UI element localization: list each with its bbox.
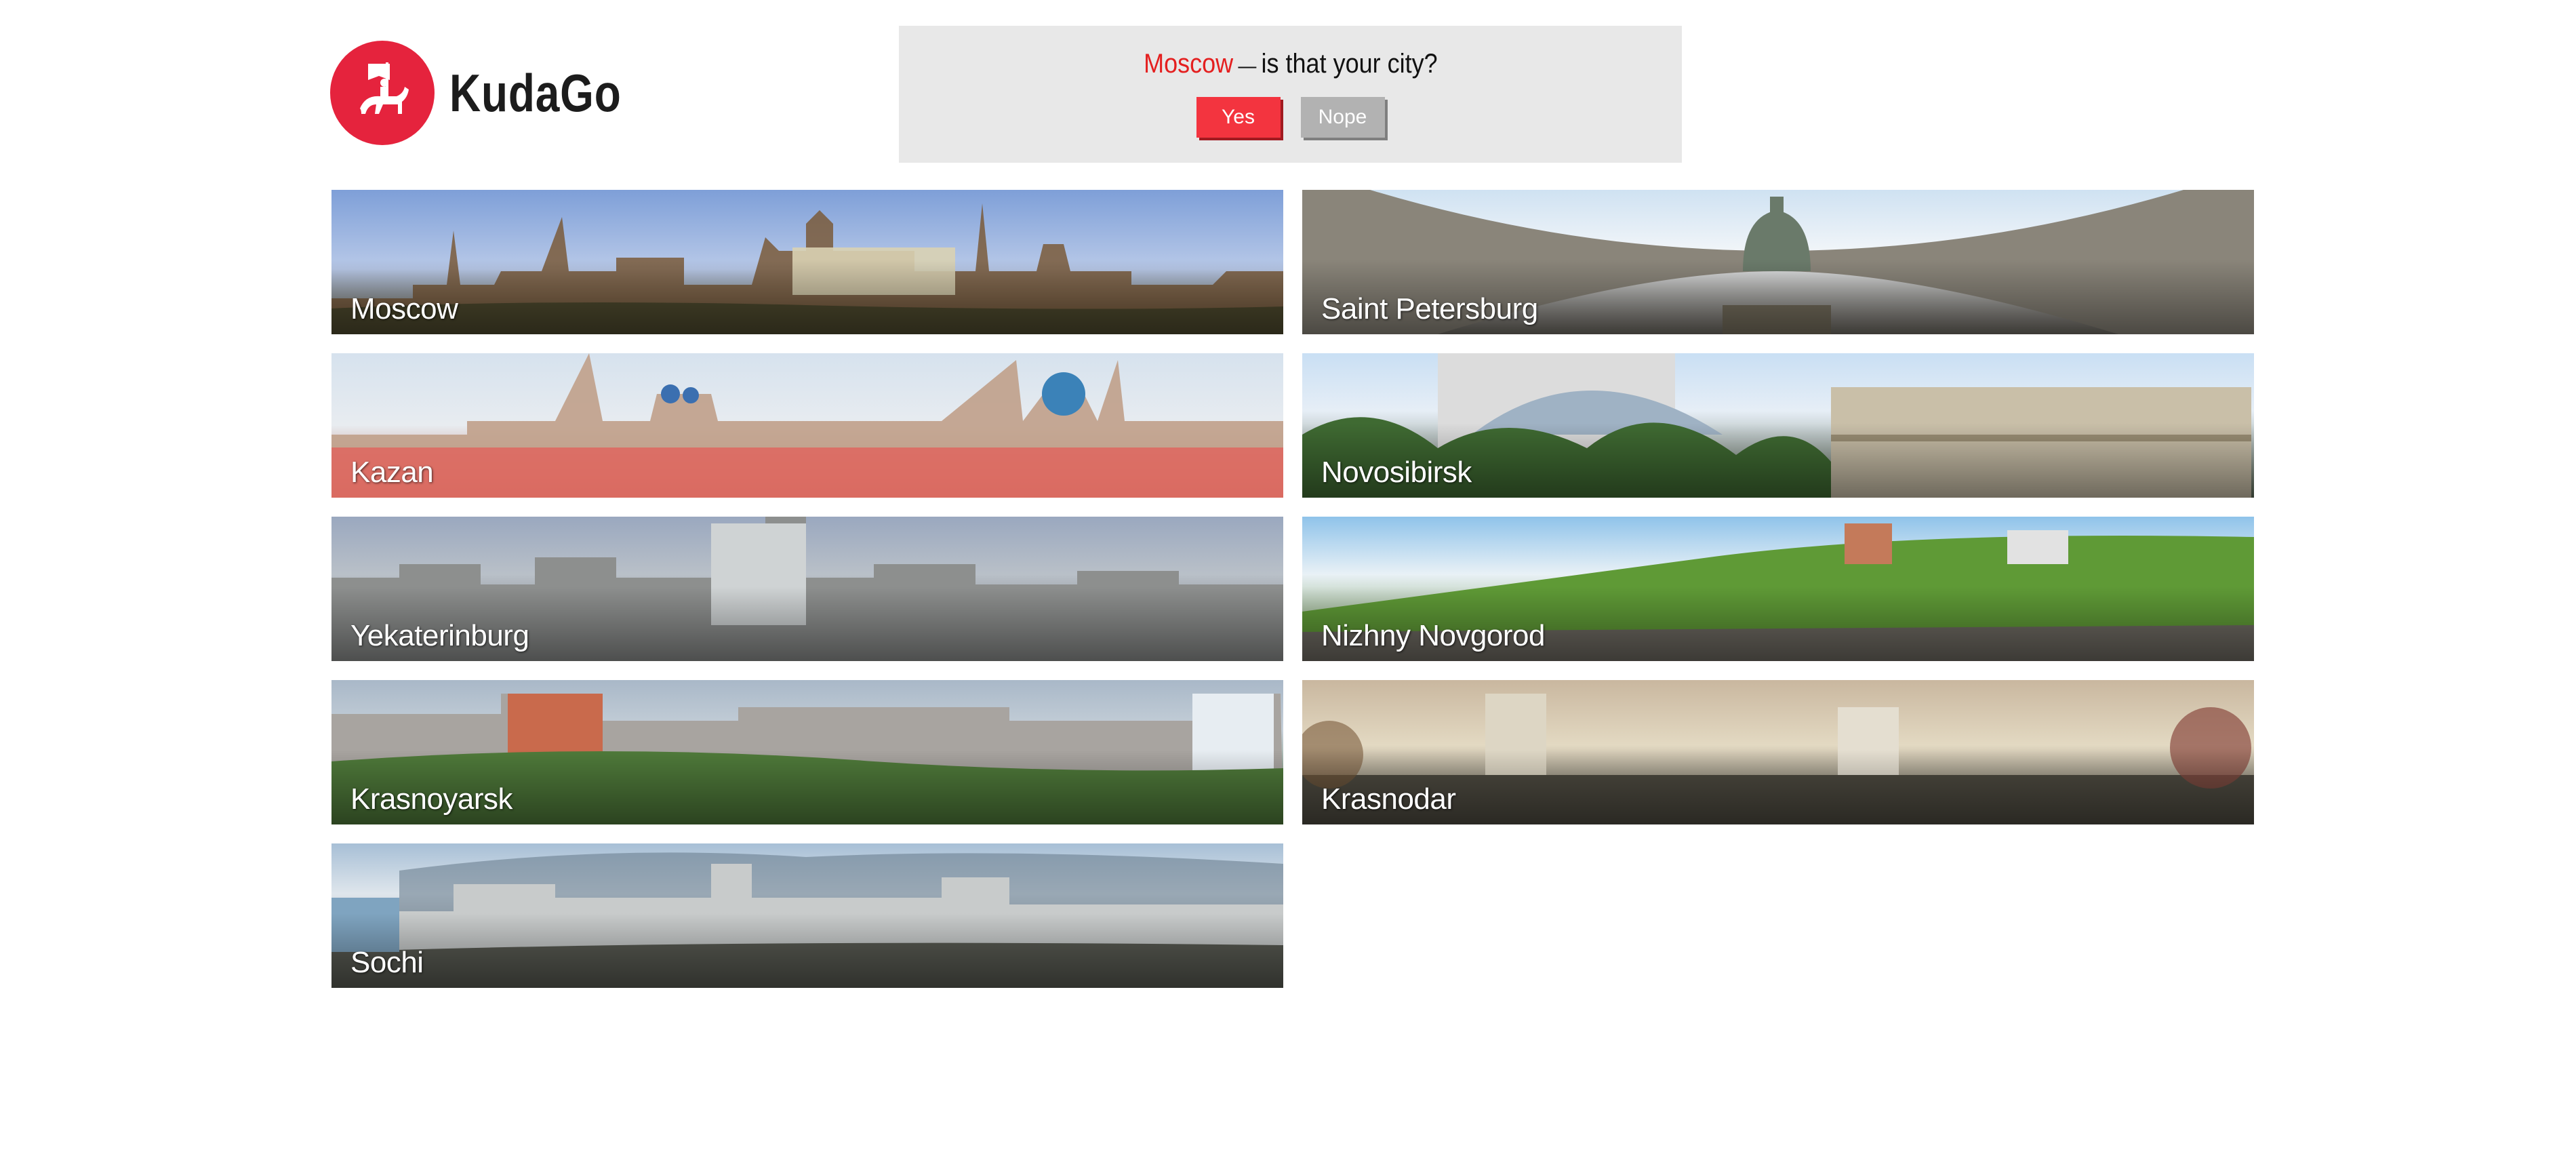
city-question: Moscow — is that your city? bbox=[1144, 49, 1438, 79]
city-name: Yekaterinburg bbox=[350, 619, 529, 652]
page: KudaGo Moscow — is that your city? Yes Nop… bbox=[0, 0, 2576, 1154]
city-name: Novosibirsk bbox=[1321, 456, 1472, 489]
city-name: Sochi bbox=[350, 946, 424, 979]
yes-button[interactable]: Yes bbox=[1196, 97, 1281, 138]
city-tile-sochi[interactable]: Sochi bbox=[331, 843, 1283, 988]
city-tile-moscow[interactable]: Moscow bbox=[331, 190, 1283, 334]
city-tile-krasnodar[interactable]: Krasnodar bbox=[1302, 680, 2254, 824]
detected-city: Moscow bbox=[1143, 49, 1233, 79]
city-tile-krasnoyarsk[interactable]: Krasnoyarsk bbox=[331, 680, 1283, 824]
nope-button[interactable]: Nope bbox=[1300, 97, 1385, 138]
dash: — bbox=[1237, 55, 1256, 77]
site-logo[interactable]: KudaGo bbox=[330, 41, 659, 145]
city-name: Moscow bbox=[350, 292, 458, 325]
city-confirm-box: Moscow — is that your city? Yes Nope bbox=[899, 26, 1682, 163]
horse-rider-flag-icon bbox=[330, 41, 435, 145]
caption-shade bbox=[331, 447, 1283, 498]
city-name: Nizhny Novgorod bbox=[1321, 619, 1546, 652]
city-tile-yekaterinburg[interactable]: Yekaterinburg bbox=[331, 517, 1283, 661]
logo-text: KudaGo bbox=[449, 62, 622, 123]
question-text: is that your city? bbox=[1261, 49, 1438, 79]
city-name: Krasnodar bbox=[1321, 782, 1456, 816]
city-tile-kazan[interactable]: Kazan bbox=[331, 353, 1283, 498]
caption-shade bbox=[331, 913, 1283, 988]
caption-shade bbox=[331, 260, 1283, 334]
city-grid: Moscow Saint Petersburg Kazan Novosibirs… bbox=[331, 190, 2254, 988]
city-tile-nizhny-novgorod[interactable]: Nizhny Novgorod bbox=[1302, 517, 2254, 661]
city-name: Kazan bbox=[350, 456, 434, 489]
city-name: Saint Petersburg bbox=[1321, 292, 1538, 325]
city-tile-novosibirsk[interactable]: Novosibirsk bbox=[1302, 353, 2254, 498]
city-tile-saint-petersburg[interactable]: Saint Petersburg bbox=[1302, 190, 2254, 334]
city-confirm-buttons: Yes Nope bbox=[899, 97, 1682, 138]
city-name: Krasnoyarsk bbox=[350, 782, 513, 816]
